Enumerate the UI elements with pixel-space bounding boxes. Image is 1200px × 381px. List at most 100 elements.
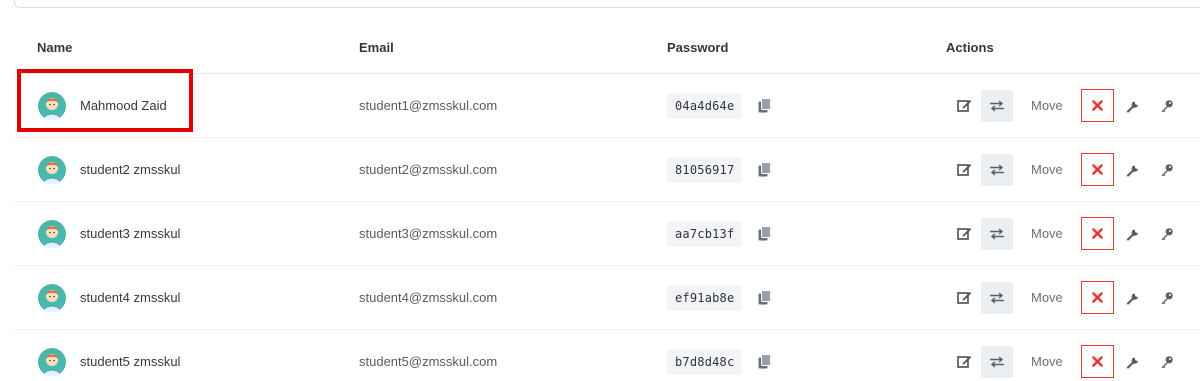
key-icon bbox=[1161, 163, 1173, 176]
transfer-button[interactable] bbox=[981, 153, 1013, 186]
wrench-icon bbox=[1126, 293, 1138, 305]
transfer-icon bbox=[990, 163, 1004, 176]
edit-icon bbox=[956, 228, 971, 240]
table-row: student4 zmsskul student4@zmsskul.com ef… bbox=[14, 266, 1200, 330]
header-email: Email bbox=[359, 40, 394, 55]
header-password: Password bbox=[667, 40, 729, 55]
table-row: student2 zmsskul student2@zmsskul.com 81… bbox=[14, 138, 1200, 202]
wrench-button[interactable] bbox=[1118, 91, 1148, 121]
student-name: student5 zmsskul bbox=[80, 354, 181, 369]
student-name: Mahmood Zaid bbox=[80, 98, 167, 113]
email-cell: student4@zmsskul.com bbox=[359, 266, 497, 329]
transfer-icon bbox=[990, 291, 1004, 304]
student-email: student3@zmsskul.com bbox=[359, 226, 498, 241]
delete-button[interactable] bbox=[1080, 89, 1114, 122]
name-cell: student2 zmsskul bbox=[38, 138, 180, 201]
edit-icon bbox=[956, 292, 971, 304]
actions-cell: Move bbox=[949, 266, 1182, 329]
student-name: student2 zmsskul bbox=[80, 162, 181, 177]
student-password: ef91ab8e bbox=[667, 284, 743, 311]
edit-button[interactable] bbox=[949, 155, 979, 185]
move-button[interactable]: Move bbox=[1031, 162, 1063, 177]
students-page: Name Email Password Actions Mahmood Zaid… bbox=[0, 0, 1200, 381]
transfer-button[interactable] bbox=[981, 89, 1013, 122]
wrench-button[interactable] bbox=[1118, 283, 1148, 313]
delete-button[interactable] bbox=[1080, 153, 1114, 186]
table-row: student5 zmsskul student5@zmsskul.com b7… bbox=[14, 330, 1200, 381]
student-email: student4@zmsskul.com bbox=[359, 290, 498, 305]
header-name: Name bbox=[37, 40, 73, 55]
student-email: student5@zmsskul.com bbox=[359, 354, 498, 369]
move-button[interactable]: Move bbox=[1031, 98, 1063, 113]
student-avatar-icon bbox=[38, 91, 66, 120]
edit-button[interactable] bbox=[949, 347, 979, 377]
delete-button[interactable] bbox=[1080, 281, 1114, 314]
email-cell: student1@zmsskul.com bbox=[359, 74, 497, 137]
email-cell: student5@zmsskul.com bbox=[359, 330, 497, 381]
name-cell: Mahmood Zaid bbox=[38, 74, 167, 137]
students-table: Name Email Password Actions Mahmood Zaid… bbox=[14, 22, 1200, 381]
copy-icon[interactable] bbox=[758, 225, 772, 242]
student-name: student4 zmsskul bbox=[80, 290, 181, 305]
student-email: student1@zmsskul.com bbox=[359, 98, 498, 113]
name-cell: student4 zmsskul bbox=[38, 266, 180, 329]
name-cell: student3 zmsskul bbox=[38, 202, 180, 265]
key-button[interactable] bbox=[1152, 347, 1182, 377]
key-icon bbox=[1161, 99, 1173, 112]
key-button[interactable] bbox=[1152, 283, 1182, 313]
actions-cell: Move bbox=[949, 330, 1182, 381]
transfer-icon bbox=[990, 355, 1004, 368]
student-avatar-icon bbox=[38, 155, 66, 184]
table-row: student3 zmsskul student3@zmsskul.com aa… bbox=[14, 202, 1200, 266]
close-icon bbox=[1091, 292, 1103, 303]
actions-cell: Move bbox=[949, 138, 1182, 201]
table-row: Mahmood Zaid student1@zmsskul.com 04a4d6… bbox=[14, 74, 1200, 138]
key-button[interactable] bbox=[1152, 155, 1182, 185]
transfer-button[interactable] bbox=[981, 281, 1013, 314]
edit-button[interactable] bbox=[949, 219, 979, 249]
delete-button[interactable] bbox=[1080, 217, 1114, 250]
table-header: Name Email Password Actions bbox=[14, 22, 1200, 74]
transfer-button[interactable] bbox=[981, 217, 1013, 250]
close-icon bbox=[1091, 164, 1103, 175]
copy-icon[interactable] bbox=[758, 353, 772, 370]
edit-icon bbox=[956, 356, 971, 368]
header-actions: Actions bbox=[946, 40, 994, 55]
wrench-button[interactable] bbox=[1118, 219, 1148, 249]
student-avatar-icon bbox=[38, 283, 66, 312]
edit-button[interactable] bbox=[949, 91, 979, 121]
wrench-icon bbox=[1126, 229, 1138, 241]
student-password: 81056917 bbox=[667, 156, 743, 183]
wrench-icon bbox=[1126, 165, 1138, 177]
table-body: Mahmood Zaid student1@zmsskul.com 04a4d6… bbox=[14, 74, 1200, 381]
edit-icon bbox=[956, 100, 971, 112]
student-avatar-icon bbox=[38, 347, 66, 376]
transfer-button[interactable] bbox=[981, 345, 1013, 378]
key-button[interactable] bbox=[1152, 91, 1182, 121]
move-button[interactable]: Move bbox=[1031, 290, 1063, 305]
student-password: 04a4d64e bbox=[667, 92, 743, 119]
email-cell: student2@zmsskul.com bbox=[359, 138, 497, 201]
copy-icon[interactable] bbox=[758, 161, 772, 178]
wrench-button[interactable] bbox=[1118, 347, 1148, 377]
password-cell: aa7cb13f bbox=[667, 202, 772, 265]
key-icon bbox=[1161, 355, 1173, 368]
copy-icon[interactable] bbox=[758, 97, 772, 114]
close-icon bbox=[1091, 100, 1103, 111]
email-cell: student3@zmsskul.com bbox=[359, 202, 497, 265]
move-button[interactable]: Move bbox=[1031, 226, 1063, 241]
key-icon bbox=[1161, 291, 1173, 304]
wrench-button[interactable] bbox=[1118, 155, 1148, 185]
edit-icon bbox=[956, 164, 971, 176]
delete-button[interactable] bbox=[1080, 345, 1114, 378]
wrench-icon bbox=[1126, 357, 1138, 369]
password-cell: b7d8d48c bbox=[667, 330, 772, 381]
edit-button[interactable] bbox=[949, 283, 979, 313]
key-button[interactable] bbox=[1152, 219, 1182, 249]
top-panel bbox=[14, 0, 1200, 8]
password-cell: 81056917 bbox=[667, 138, 772, 201]
transfer-icon bbox=[990, 99, 1004, 112]
move-button[interactable]: Move bbox=[1031, 354, 1063, 369]
name-cell: student5 zmsskul bbox=[38, 330, 180, 381]
copy-icon[interactable] bbox=[758, 289, 772, 306]
